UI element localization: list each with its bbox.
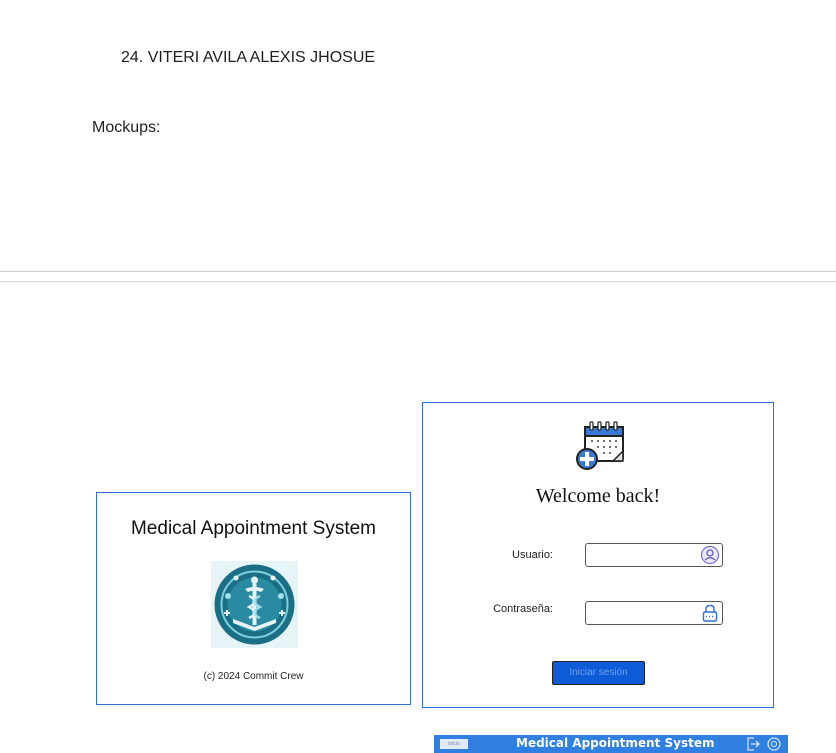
app-title: Medical Appointment System	[516, 736, 715, 750]
mockups-label: Mockups:	[92, 119, 161, 136]
password-input[interactable]	[585, 601, 723, 625]
help-icon[interactable]	[767, 737, 781, 751]
password-label: Contraseña:	[493, 603, 553, 615]
splash-mockup: Medical Appointment System (c) 2024 Comm…	[96, 492, 411, 705]
lock-icon	[702, 604, 718, 622]
student-list-item: 24. VITERI AVILA ALEXIS JHOSUE	[121, 49, 376, 66]
copyright-footer: (c) 2024 Commit Crew	[203, 671, 304, 682]
username-input[interactable]	[585, 543, 723, 567]
splash-title: Medical Appointment System	[130, 518, 376, 539]
header-icons	[747, 737, 781, 751]
welcome-heading: Welcome back!	[535, 485, 661, 507]
home-tab[interactable]: inicio	[440, 739, 468, 749]
app-header-mockup: inicio Medical Appointment System	[434, 735, 788, 753]
medical-logo	[211, 561, 298, 648]
page-divider-bottom	[0, 281, 836, 282]
login-mockup: Welcome back! Usuario: Contraseña: Inici…	[422, 402, 774, 708]
username-label: Usuario:	[512, 549, 553, 561]
calendar-medical-plus-icon	[576, 421, 624, 470]
user-circle-icon	[700, 545, 720, 565]
login-button[interactable]: Iniciar sesión	[552, 661, 645, 685]
page-divider-top	[0, 271, 836, 272]
caduceus-logo-icon	[214, 564, 295, 645]
logout-icon[interactable]	[747, 737, 760, 751]
